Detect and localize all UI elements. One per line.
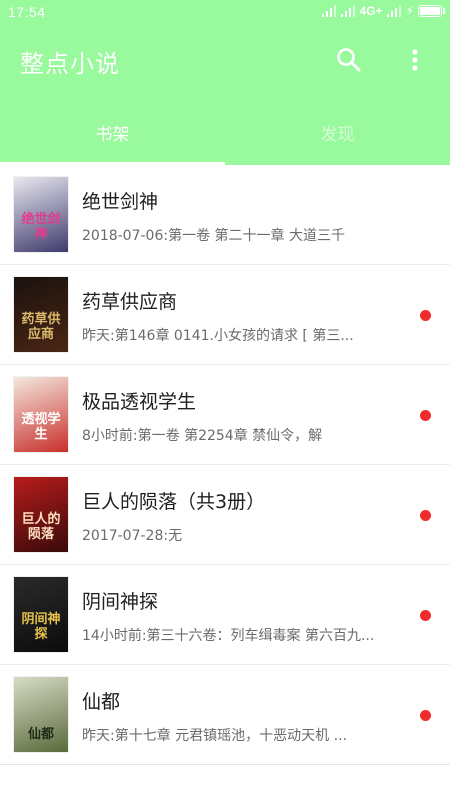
cover-title: 绝世剑神 <box>21 212 61 242</box>
book-latest-chapter: 昨天:第十七章 元君镇瑶池，十恶动天机 ... <box>82 728 347 744</box>
update-dot <box>420 310 431 321</box>
book-latest-chapter: 2017-07-28:无 <box>82 528 183 544</box>
book-title: 极品透视学生 <box>82 391 197 413</box>
status-bar: 17:54 4G+ ⚡ <box>0 0 450 26</box>
cover-title: 透视学生 <box>21 412 61 442</box>
cover-title: 仙都 <box>27 726 54 742</box>
update-dot <box>420 410 431 421</box>
app-title: 整点小说 <box>20 50 120 78</box>
book-row[interactable]: 药草供应商 药草供应商 昨天:第146章 0141.小女孩的请求 [ 第三... <box>0 265 450 365</box>
battery-fill <box>420 7 440 15</box>
update-dot <box>420 710 431 721</box>
book-title: 绝世剑神 <box>82 191 159 213</box>
tab-discover-label: 发现 <box>320 125 355 145</box>
book-row[interactable]: 绝世剑神 绝世剑神 2018-07-06:第一卷 第二十一章 大道三千 <box>0 165 450 265</box>
more-vert-icon <box>412 49 418 71</box>
book-latest-chapter: 14小时前:第三十六卷：列车缉毒案 第六百九... <box>82 628 375 644</box>
tab-discover[interactable]: 发现 <box>225 100 450 165</box>
update-dot <box>420 610 431 621</box>
book-cover: 巨人的陨落 <box>14 477 68 552</box>
search-button[interactable] <box>334 45 364 75</box>
cover-title: 阴间神探 <box>21 612 61 642</box>
search-icon <box>337 48 361 72</box>
network-type: 4G+ <box>359 4 383 18</box>
book-row[interactable]: 阴间神探 阴间神探 14小时前:第三十六卷：列车缉毒案 第六百九... <box>0 565 450 665</box>
book-cover: 透视学生 <box>14 377 68 452</box>
book-title: 阴间神探 <box>82 591 159 613</box>
book-latest-chapter: 8小时前:第一卷 第2254章 禁仙令，解 <box>82 428 323 444</box>
book-cover: 仙都 <box>14 677 68 752</box>
status-icons: 4G+ ⚡ <box>321 4 445 18</box>
book-row[interactable]: 透视学生 极品透视学生 8小时前:第一卷 第2254章 禁仙令，解 <box>0 365 450 465</box>
app-bar: 17:54 4G+ ⚡ 整点小说 书架 发现 <box>0 0 450 165</box>
cover-title: 巨人的陨落 <box>21 512 61 542</box>
signal-icon-3 <box>386 5 402 17</box>
book-latest-chapter: 昨天:第146章 0141.小女孩的请求 [ 第三... <box>82 328 354 344</box>
book-row[interactable]: 巨人的陨落 巨人的陨落（共3册） 2017-07-28:无 <box>0 465 450 565</box>
cover-title: 药草供应商 <box>21 312 61 342</box>
book-cover: 阴间神探 <box>14 577 68 652</box>
battery-icon <box>418 5 445 17</box>
status-time: 17:54 <box>8 4 46 20</box>
signal-icon <box>321 5 337 17</box>
book-cover: 绝世剑神 <box>14 177 68 252</box>
tab-bar: 书架 发现 <box>0 100 450 165</box>
book-cover: 药草供应商 <box>14 277 68 352</box>
book-latest-chapter: 2018-07-06:第一卷 第二十一章 大道三千 <box>82 228 345 244</box>
update-dot <box>420 510 431 521</box>
book-list: 绝世剑神 绝世剑神 2018-07-06:第一卷 第二十一章 大道三千 药草供应… <box>0 165 450 765</box>
tab-bookshelf[interactable]: 书架 <box>0 100 225 165</box>
book-title: 药草供应商 <box>82 291 178 313</box>
book-title: 仙都 <box>82 691 121 713</box>
book-title: 巨人的陨落（共3册） <box>82 491 266 513</box>
charging-icon: ⚡ <box>405 4 414 18</box>
book-row[interactable]: 仙都 仙都 昨天:第十七章 元君镇瑶池，十恶动天机 ... <box>0 665 450 765</box>
signal-icon-2 <box>340 5 356 17</box>
more-options-button[interactable] <box>400 45 430 75</box>
tab-bookshelf-label: 书架 <box>95 125 130 145</box>
